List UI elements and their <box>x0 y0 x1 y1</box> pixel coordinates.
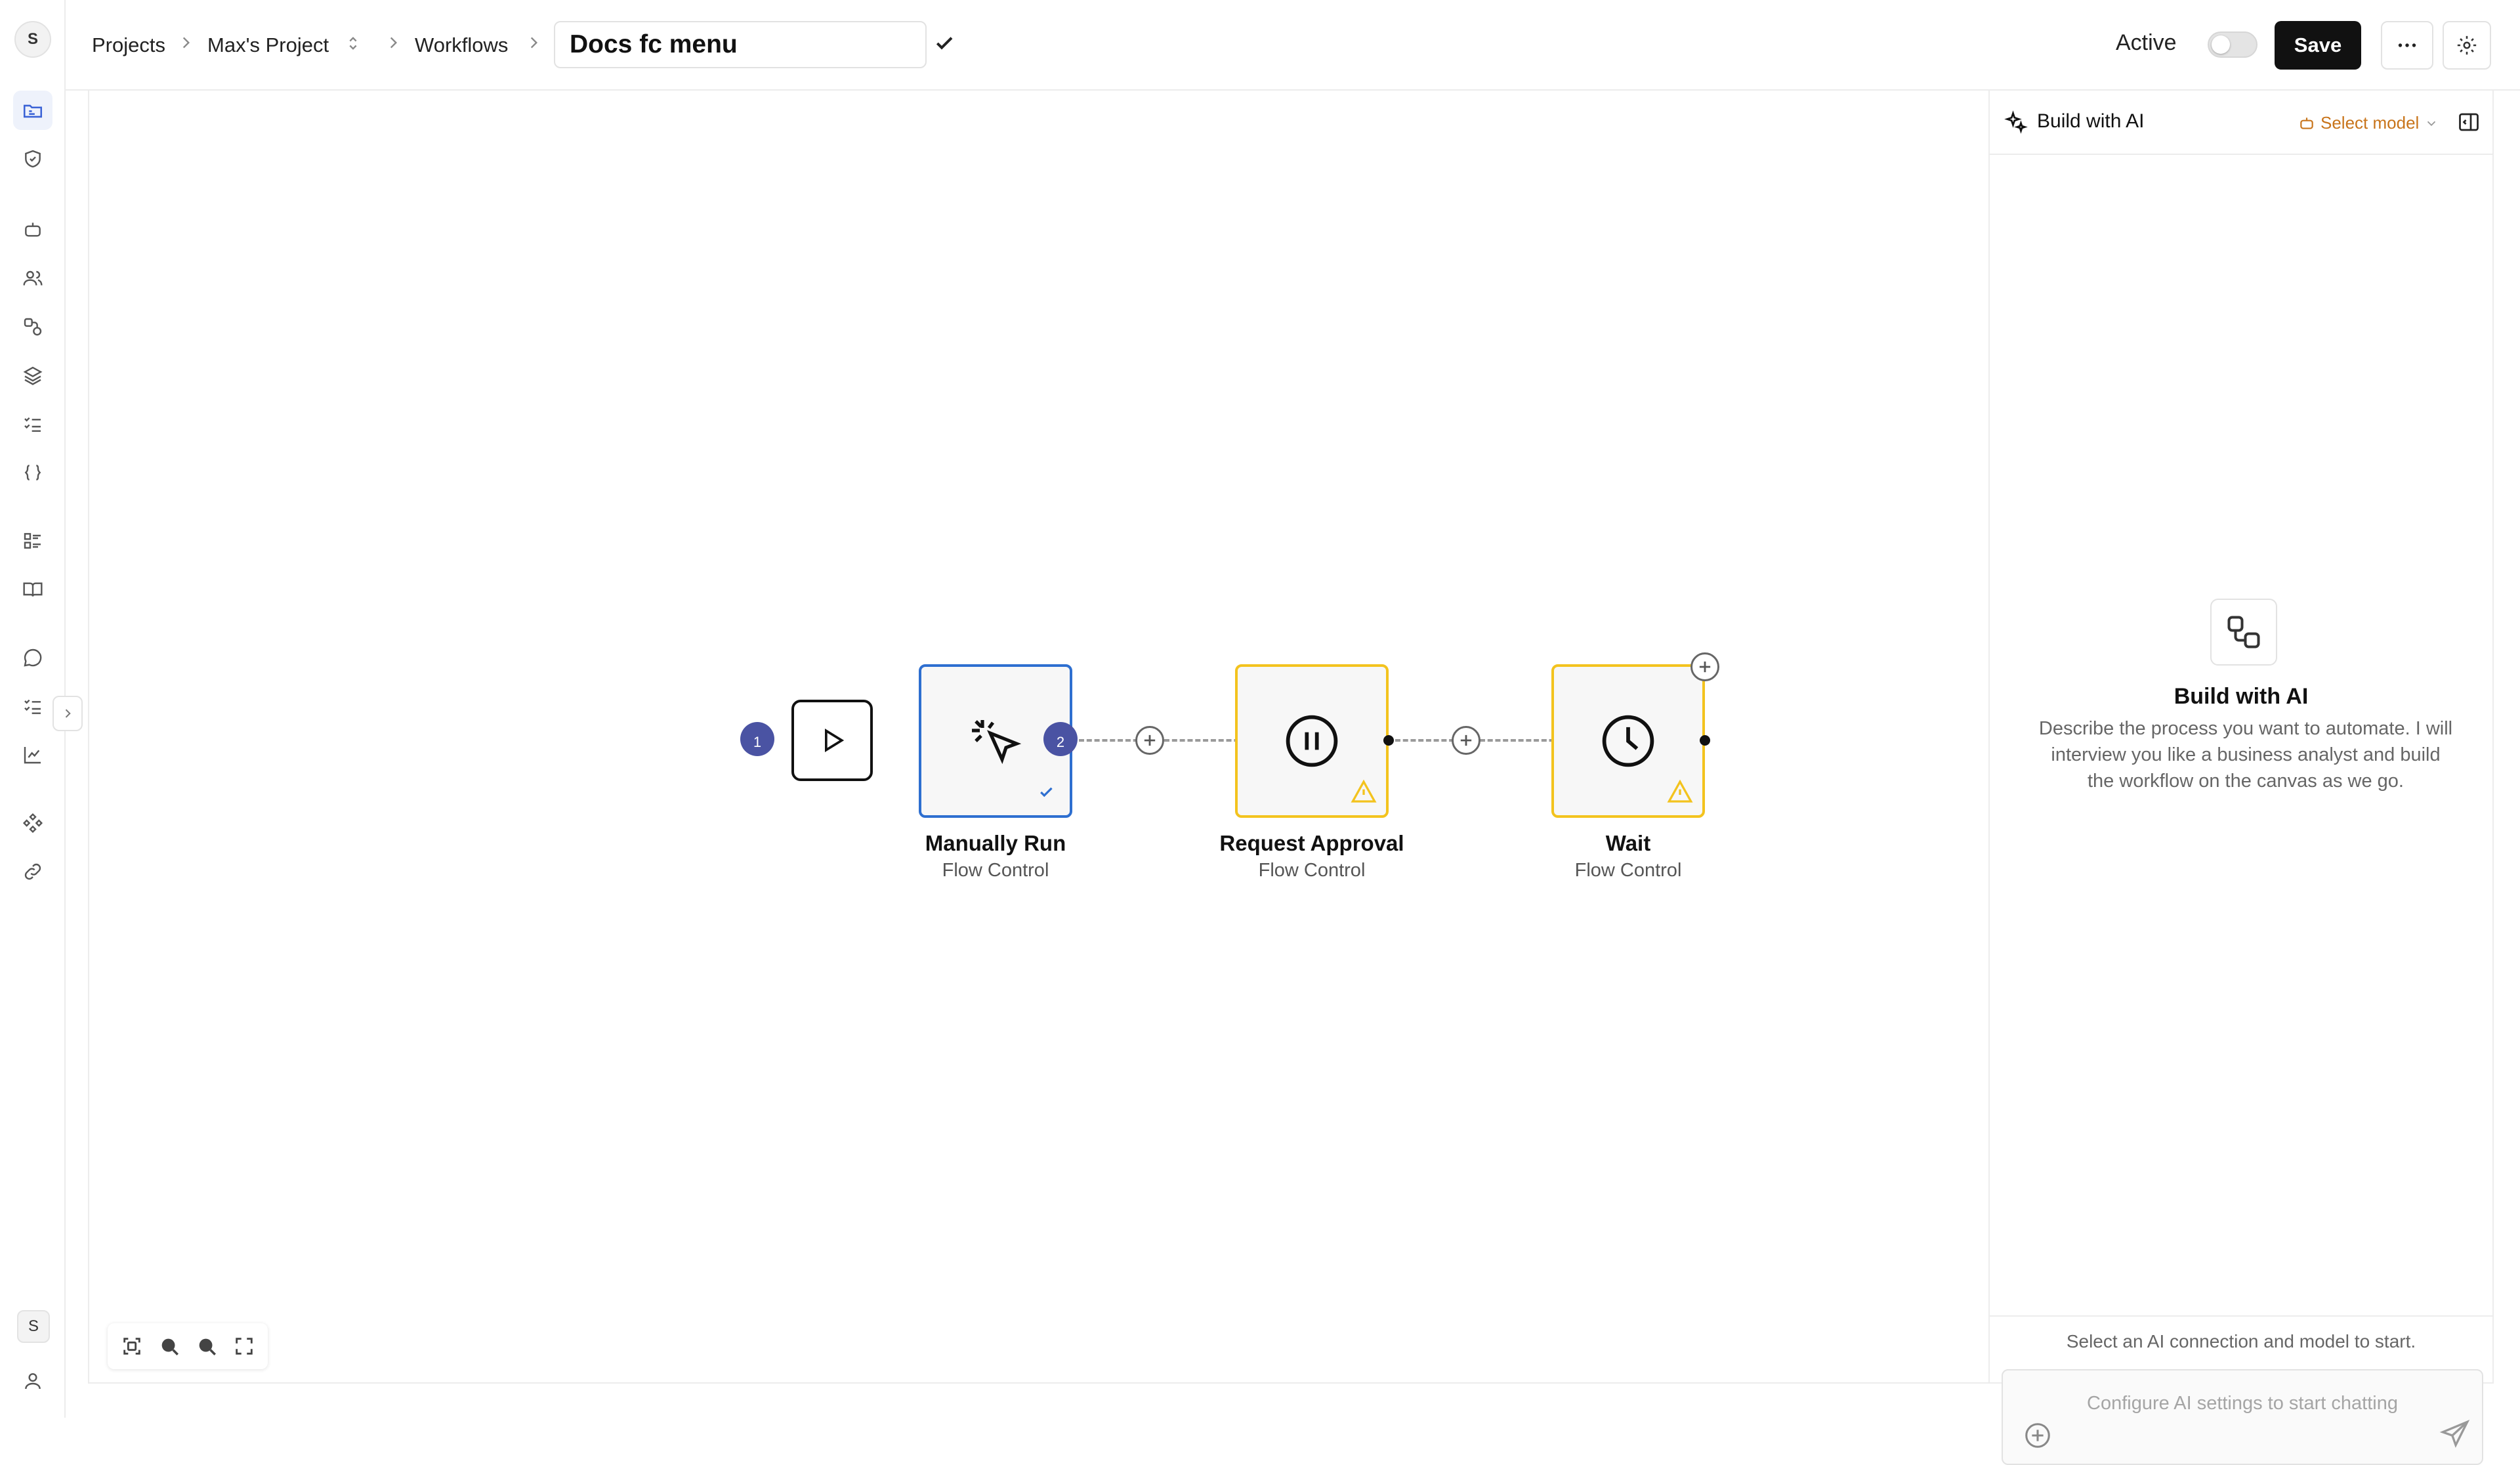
save-button[interactable]: Save <box>2275 21 2361 70</box>
breadcrumb-project[interactable]: Max's Project <box>207 29 329 62</box>
ai-builder-panel: Build with AI Select model Build with AI… <box>1988 91 2494 1465</box>
users-nav-icon[interactable] <box>13 259 52 298</box>
workflow-title-input[interactable] <box>554 21 927 68</box>
active-toggle[interactable] <box>2208 32 2258 58</box>
ai-chat-placeholder: Configure AI settings to start chatting <box>2087 1393 2398 1414</box>
ai-chat-input[interactable]: Configure AI settings to start chatting <box>2002 1369 2483 1465</box>
pause-icon <box>1282 711 1342 771</box>
step-badge: 2 <box>1043 722 1078 756</box>
node-label: Request Approval <box>1219 831 1404 855</box>
chat-nav-icon[interactable] <box>13 638 52 677</box>
panel-toggle-icon[interactable] <box>2457 110 2481 134</box>
breadcrumb-projects[interactable]: Projects <box>92 29 165 62</box>
top-header: Projects Max's Project Workflows Active … <box>66 0 2520 91</box>
list-nav-icon[interactable] <box>13 521 52 561</box>
confirm-title-check-icon[interactable] <box>932 30 958 56</box>
workflow-node[interactable] <box>1235 664 1389 818</box>
attach-plus-icon[interactable] <box>2023 1420 2053 1451</box>
model-select[interactable]: Select model <box>2298 113 2439 133</box>
sparkles-icon <box>2004 110 2028 134</box>
projects-nav-icon[interactable] <box>13 91 52 130</box>
code-nav-icon[interactable] <box>13 453 52 492</box>
add-step-icon[interactable] <box>1690 652 1719 681</box>
canvas-controls <box>108 1323 268 1369</box>
clock-icon <box>1598 711 1658 771</box>
bot-nav-icon[interactable] <box>13 210 52 249</box>
connection-edge <box>1395 739 1570 742</box>
chevron-right-icon <box>177 34 194 51</box>
link-nav-icon[interactable] <box>13 852 52 891</box>
fit-view-icon[interactable] <box>121 1335 143 1357</box>
ai-empty-description: Describe the process you want to automat… <box>2038 718 2453 792</box>
ai-empty-title: Build with AI <box>2174 684 2309 709</box>
layers-nav-icon[interactable] <box>13 356 52 395</box>
chevron-right-icon <box>525 34 542 51</box>
node-label: Wait <box>1605 831 1651 855</box>
breadcrumb-workflows[interactable]: Workflows <box>415 29 508 62</box>
node-output-port[interactable] <box>1383 735 1394 746</box>
bot-icon <box>2298 115 2315 132</box>
workflow-node[interactable] <box>1551 664 1705 818</box>
connection-edge <box>1079 739 1255 742</box>
more-options-icon[interactable] <box>2381 21 2433 70</box>
node-output-port[interactable] <box>1700 735 1710 746</box>
step-badge: 1 <box>740 722 774 756</box>
check-status-icon <box>1037 782 1057 802</box>
active-label: Active <box>2116 30 2177 55</box>
send-icon[interactable] <box>2439 1418 2471 1451</box>
expand-sidebar-button[interactable] <box>52 696 83 731</box>
workflow-shapes-icon <box>2210 599 2277 666</box>
ai-footer-hint: Select an AI connection and model to sta… <box>1990 1315 2492 1361</box>
node-category: Flow Control <box>942 860 1049 881</box>
cursor-click-icon <box>964 710 1027 773</box>
add-step-icon[interactable] <box>1135 726 1164 755</box>
trigger-play-node[interactable] <box>791 700 873 781</box>
warning-icon <box>1351 778 1377 805</box>
user-badge[interactable]: S <box>17 1310 50 1343</box>
zoom-out-icon[interactable] <box>196 1335 218 1357</box>
profile-nav-icon[interactable] <box>13 1361 52 1401</box>
connections-nav-icon[interactable] <box>13 307 52 347</box>
node-category: Flow Control <box>1574 860 1682 881</box>
ai-panel-header: Build with AI Select model <box>1990 91 2492 155</box>
workspace-avatar[interactable]: S <box>14 21 51 58</box>
fullscreen-icon[interactable] <box>233 1335 255 1357</box>
node-category: Flow Control <box>1258 860 1366 881</box>
add-step-icon[interactable] <box>1452 726 1480 755</box>
model-select-label: Select model <box>2320 113 2420 133</box>
analytics-nav-icon[interactable] <box>13 735 52 775</box>
warning-icon <box>1667 778 1693 805</box>
zoom-in-icon[interactable] <box>158 1335 180 1357</box>
chevron-up-down-icon[interactable] <box>344 34 362 53</box>
tasks-nav-icon[interactable] <box>13 404 52 444</box>
ai-panel-title: Build with AI <box>2037 110 2145 132</box>
docs-nav-icon[interactable] <box>13 570 52 609</box>
components-nav-icon[interactable] <box>13 803 52 843</box>
shield-nav-icon[interactable] <box>13 139 52 179</box>
gear-icon[interactable] <box>2443 21 2491 70</box>
workflow-canvas[interactable]: 1 Manually Run Flow Control 2 Request Ap… <box>88 91 1988 1384</box>
chevron-right-icon <box>385 34 402 51</box>
node-label: Manually Run <box>925 831 1066 855</box>
checklist-nav-icon[interactable] <box>13 687 52 726</box>
chevron-down-icon <box>2424 116 2439 131</box>
